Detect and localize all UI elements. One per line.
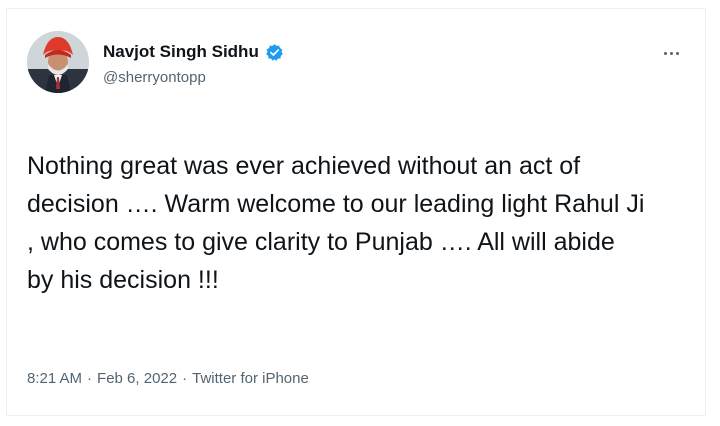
tweet-header: Navjot Singh Sidhu @sherryontopp xyxy=(27,29,687,99)
verified-badge-icon xyxy=(265,43,284,62)
profile-photo-icon xyxy=(27,31,89,93)
dot xyxy=(669,51,673,55)
separator: · xyxy=(87,370,93,387)
author-handle[interactable]: @sherryontopp xyxy=(103,69,284,86)
tweet-card: Navjot Singh Sidhu @sherryontopp Nothing… xyxy=(6,8,706,416)
dot xyxy=(675,51,679,55)
author-names: Navjot Singh Sidhu @sherryontopp xyxy=(103,41,284,86)
tweet-meta: 8:21 AM · Feb 6, 2022 · Twitter for iPhone xyxy=(27,370,309,387)
tweet-time[interactable]: 8:21 AM xyxy=(27,370,82,387)
tweet-date[interactable]: Feb 6, 2022 xyxy=(97,370,177,387)
dot xyxy=(663,51,667,55)
separator: · xyxy=(182,370,188,387)
display-name[interactable]: Navjot Singh Sidhu xyxy=(103,42,259,62)
tweet-text: Nothing great was ever achieved without … xyxy=(27,152,645,294)
more-options-icon[interactable] xyxy=(659,45,683,61)
avatar[interactable] xyxy=(27,31,89,93)
tweet-source[interactable]: Twitter for iPhone xyxy=(192,370,309,387)
display-name-row: Navjot Singh Sidhu xyxy=(103,41,284,63)
